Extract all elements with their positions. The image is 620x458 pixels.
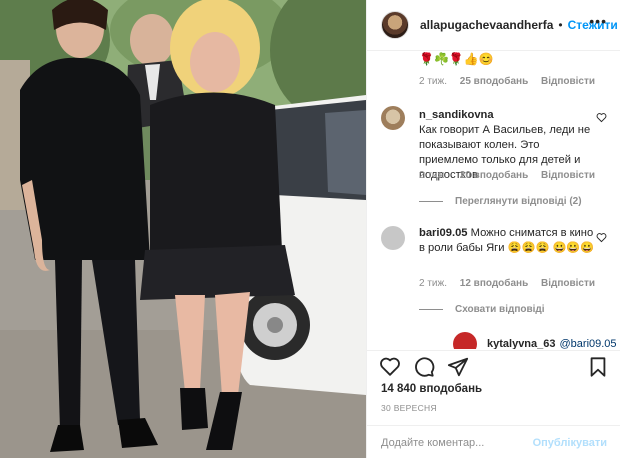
- comment-body: bari09.05 Можно сниматся в кино в роли б…: [419, 226, 595, 256]
- author-username[interactable]: allapugachevaandherfa: [420, 18, 553, 32]
- comment-time[interactable]: 2 тиж.: [419, 76, 447, 87]
- like-comment-icon[interactable]: [596, 232, 607, 243]
- like-comment-icon[interactable]: [596, 112, 607, 123]
- reply-button[interactable]: Відповісти: [541, 76, 595, 87]
- view-replies-button[interactable]: Переглянути відповіді (2): [419, 196, 582, 207]
- post-date: 30 ВЕРЕСНЯ: [381, 403, 437, 413]
- replies-line: [419, 201, 443, 202]
- post-likes-count[interactable]: 14 840 вподобань: [381, 383, 482, 395]
- view-replies-label: Переглянути відповіді (2): [455, 196, 582, 207]
- commenter-avatar[interactable]: [381, 106, 405, 130]
- reply-button[interactable]: Відповісти: [541, 170, 595, 181]
- post-photo: [0, 0, 366, 458]
- comment-text: 🌹☘️🌹👍😊: [419, 52, 494, 66]
- post-side-panel: allapugachevaandherfa • Стежити ••• 🌹☘️🌹…: [366, 0, 620, 458]
- replies-line: [419, 309, 443, 310]
- comment-meta: 2 тиж. 20 вподобань Відповісти: [419, 170, 605, 181]
- reply-item: kytalyvna_63 @bari09.05: [453, 332, 617, 349]
- comments-list: 🌹☘️🌹👍😊 2 тиж. 25 вподобань Відповісти n_…: [367, 52, 620, 349]
- reply-username[interactable]: kytalyvna_63: [487, 338, 556, 349]
- photo-illustration: [0, 0, 366, 458]
- hide-replies-label: Сховати відповіді: [455, 304, 545, 315]
- publish-button[interactable]: Опублікувати: [533, 437, 607, 449]
- comment-input[interactable]: [381, 436, 533, 449]
- comment-username[interactable]: n_sandikovna: [419, 109, 494, 121]
- comment-meta: 2 тиж. 25 вподобань Відповісти: [419, 76, 605, 87]
- comment-time[interactable]: 2 тиж.: [419, 278, 447, 289]
- comment-username[interactable]: bari09.05: [419, 227, 468, 239]
- post-actions: 14 840 вподобань 30 ВЕРЕСНЯ Опублікувати: [367, 350, 620, 458]
- comment-time[interactable]: 2 тиж.: [419, 170, 447, 181]
- bookmark-icon[interactable]: [587, 356, 609, 378]
- comment-likes[interactable]: 20 вподобань: [460, 170, 528, 181]
- comment-bubble-icon[interactable]: [413, 356, 435, 378]
- comment-meta: 2 тиж. 12 вподобань Відповісти: [419, 278, 605, 289]
- commenter-avatar-placeholder[interactable]: [381, 226, 405, 250]
- more-options-icon[interactable]: •••: [589, 13, 607, 29]
- add-comment-bar: Опублікувати: [367, 425, 620, 458]
- hide-replies-button[interactable]: Сховати відповіді: [419, 304, 545, 315]
- separator-dot: •: [558, 18, 563, 32]
- author-avatar[interactable]: [381, 11, 409, 39]
- post-header: allapugachevaandherfa • Стежити •••: [367, 0, 620, 51]
- share-paper-plane-icon[interactable]: [447, 356, 469, 378]
- reply-button[interactable]: Відповісти: [541, 278, 595, 289]
- like-heart-icon[interactable]: [379, 356, 401, 378]
- reply-avatar[interactable]: [453, 332, 477, 349]
- action-icons: [379, 356, 469, 378]
- comment-likes[interactable]: 25 вподобань: [460, 76, 528, 87]
- comment-likes[interactable]: 12 вподобань: [460, 278, 528, 289]
- reply-mention[interactable]: @bari09.05: [560, 338, 617, 349]
